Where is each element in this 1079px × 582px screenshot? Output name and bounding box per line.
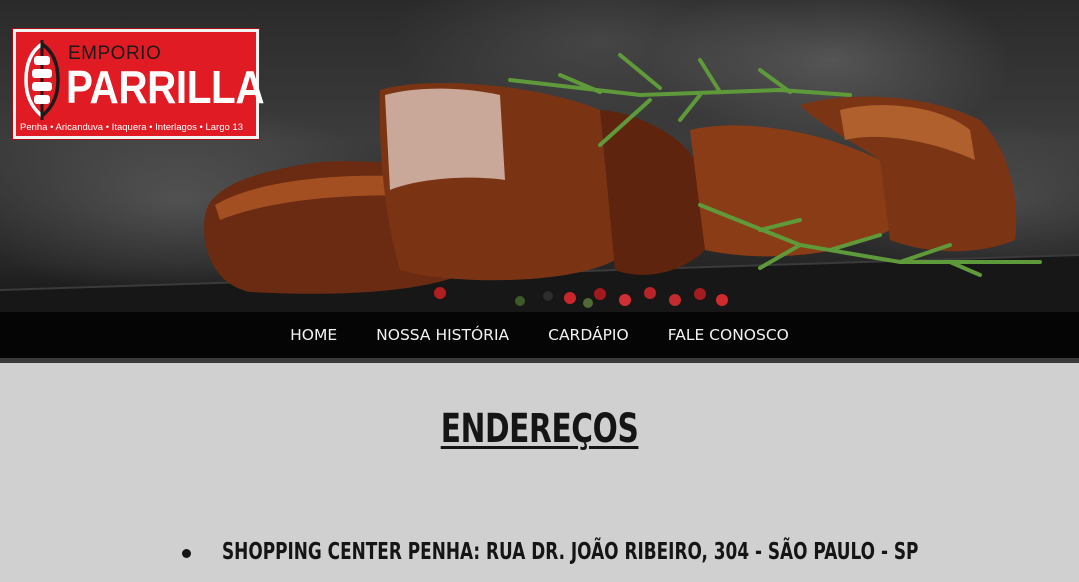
page-title: ENDEREÇOS <box>0 409 1079 450</box>
main-nav: HOME NOSSA HISTÓRIA CARDÁPIO FALE CONOSC… <box>0 312 1079 363</box>
nav-nossa-historia-link[interactable]: NOSSA HISTÓRIA <box>376 326 509 344</box>
nav-cardapio-link[interactable]: CARDÁPIO <box>548 326 629 344</box>
emporio-parrilla-logo[interactable]: EMPORIO PARRILLA Penha • Aricanduva • It… <box>12 28 265 140</box>
skewer-icon <box>24 40 60 120</box>
nav-fale-conosco-link[interactable]: FALE CONOSCO <box>668 326 789 344</box>
logo-parrilla-text: PARRILLA <box>66 61 265 113</box>
logo-locations-text: Penha • Aricanduva • Itaquera • Interlag… <box>20 122 243 133</box>
hero-banner: EMPORIO PARRILLA Penha • Aricanduva • It… <box>0 0 1079 312</box>
nav-home-link[interactable]: HOME <box>290 326 337 344</box>
addresses-section: ENDEREÇOS SHOPPING CENTER PENHA: RUA DR.… <box>0 363 1079 582</box>
bullet-icon <box>182 549 191 558</box>
address-text: SHOPPING CENTER PENHA: RUA DR. JOÃO RIBE… <box>222 539 919 565</box>
page-title-text: ENDEREÇOS <box>440 406 639 452</box>
